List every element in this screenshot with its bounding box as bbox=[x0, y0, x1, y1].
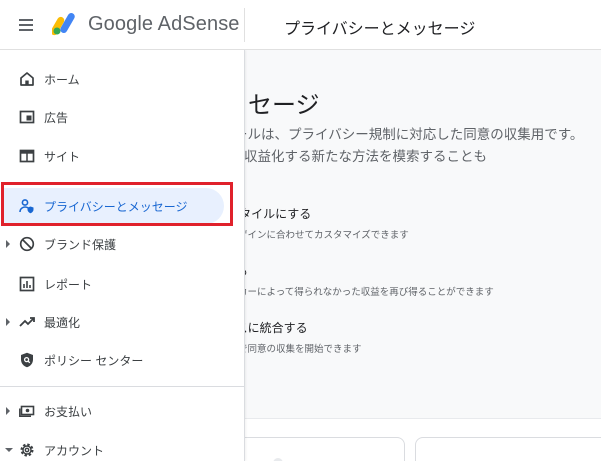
sidebar-item-label: ブランド保護 bbox=[44, 237, 117, 252]
sidebar-item-payments[interactable]: お支払い bbox=[0, 393, 240, 429]
sidebar-item-label: 広告 bbox=[44, 110, 69, 125]
sidebar-item-label: お支払い bbox=[44, 404, 93, 419]
sidebar-item-brand-protection[interactable]: ブランド保護 bbox=[0, 226, 240, 262]
header-divider bbox=[244, 8, 245, 42]
block-icon bbox=[19, 236, 35, 252]
sites-icon bbox=[19, 149, 35, 163]
option-card[interactable] bbox=[415, 437, 601, 461]
payments-icon bbox=[19, 405, 35, 418]
home-icon bbox=[20, 72, 34, 86]
sidebar-item-optimization[interactable]: 最適化 bbox=[0, 304, 240, 340]
expand-arrow-icon[interactable] bbox=[6, 407, 10, 415]
sidebar-item-label: プライバシーとメッセージ bbox=[44, 199, 188, 214]
sidebar-item-sites[interactable]: サイト bbox=[0, 138, 240, 174]
sidebar-item-label: ポリシー センター bbox=[44, 353, 144, 368]
sidebar-item-policy-center[interactable]: ポリシー センター bbox=[0, 342, 240, 378]
ads-icon bbox=[19, 110, 35, 124]
sidebar-item-label: レポート bbox=[44, 277, 93, 292]
menu-icon[interactable] bbox=[16, 15, 36, 35]
sidebar-item-account[interactable]: アカウント bbox=[0, 432, 240, 461]
trending-up-icon bbox=[19, 317, 35, 327]
adsense-logo-icon bbox=[52, 13, 75, 36]
policy-shield-icon bbox=[21, 352, 33, 368]
sidebar-item-reports[interactable]: レポート bbox=[0, 266, 240, 302]
sidebar-item-label: アカウント bbox=[44, 443, 105, 458]
settings-icon bbox=[20, 443, 34, 457]
sidebar-item-ads[interactable]: 広告 bbox=[0, 99, 240, 135]
expand-arrow-icon[interactable] bbox=[6, 318, 10, 326]
sidebar-item-privacy[interactable]: プライバシーとメッセージ bbox=[4, 188, 224, 224]
sidebar-item-label: サイト bbox=[44, 149, 81, 164]
brand-name[interactable]: Google AdSense bbox=[88, 13, 240, 36]
privacy-icon bbox=[19, 199, 34, 214]
page-title: プライバシーとメッセージ bbox=[284, 21, 476, 38]
sidebar-item-home[interactable]: ホーム bbox=[0, 61, 240, 97]
reports-icon bbox=[19, 276, 35, 292]
sidebar-item-label: ホーム bbox=[44, 72, 80, 87]
navigation-drawer: ホーム 広告 サイト プライバシーとメッセージ ブランド保護 レポート 最適化 … bbox=[0, 50, 245, 461]
drawer-divider bbox=[0, 386, 245, 387]
collapse-arrow-icon[interactable] bbox=[5, 448, 13, 452]
sidebar-item-label: 最適化 bbox=[44, 315, 81, 330]
hero-description: ージ ツールは、プライバシー規制に対応した同意の収集用です。サイトを収益化する新… bbox=[190, 127, 584, 164]
expand-arrow-icon[interactable] bbox=[6, 240, 10, 248]
top-app-bar: Google AdSense プライバシーとメッセージ bbox=[0, 0, 601, 50]
